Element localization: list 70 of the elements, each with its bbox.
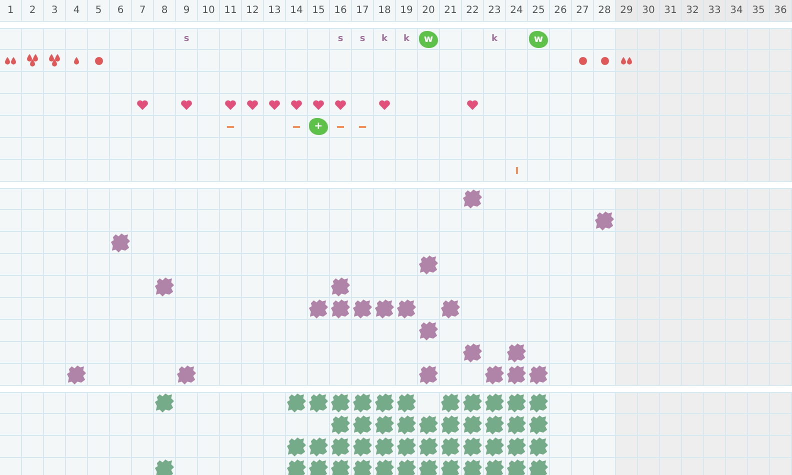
day-number: 8 [154, 0, 176, 22]
grid-cell[interactable]: s [352, 29, 374, 50]
day-number: 4 [66, 0, 88, 22]
day-number: 36 [770, 0, 792, 22]
grid-cell[interactable]: k [374, 29, 396, 50]
day-number: 16 [330, 0, 352, 22]
day-number: 20 [418, 0, 440, 22]
day-number: 14 [286, 0, 308, 22]
day-number: 27 [572, 0, 594, 22]
heart-icon [291, 100, 302, 110]
day-number: 33 [704, 0, 726, 22]
day-letter: k [382, 34, 388, 44]
heart-icon [379, 100, 390, 110]
dot-icon [600, 56, 608, 64]
day-number: 3 [44, 0, 66, 22]
day-number: 30 [638, 0, 660, 22]
day-number: 25 [528, 0, 550, 22]
drop-icon [27, 54, 38, 67]
day-number: 13 [264, 0, 286, 22]
drop-icon [49, 54, 60, 67]
day-number: 19 [396, 0, 418, 22]
day-number: 21 [440, 0, 462, 22]
day-number: 7 [132, 0, 154, 22]
day-number: 23 [484, 0, 506, 22]
day-number: 26 [550, 0, 572, 22]
day-number: 1 [0, 0, 22, 22]
drop-icon [621, 56, 632, 64]
grid-cell[interactable]: k [484, 29, 506, 50]
day-number: 15 [308, 0, 330, 22]
heart-icon [181, 100, 192, 110]
drop-icon [5, 56, 16, 64]
day-number: 28 [594, 0, 616, 22]
grid-cell[interactable]: s [330, 29, 352, 50]
heart-icon [247, 100, 258, 110]
day-number: 17 [352, 0, 374, 22]
day-letter: k [404, 34, 410, 44]
heart-icon [335, 100, 346, 110]
day-number: 31 [660, 0, 682, 22]
day-number: 34 [726, 0, 748, 22]
day-number: 22 [462, 0, 484, 22]
day-number: 18 [374, 0, 396, 22]
drop-icon [74, 56, 79, 64]
heart-icon [269, 100, 280, 110]
day-number: 29 [616, 0, 638, 22]
day-number: 9 [176, 0, 198, 22]
dash-icon [293, 126, 300, 128]
day-number: 32 [682, 0, 704, 22]
dash-icon [227, 126, 234, 128]
grid-cell[interactable]: k [396, 29, 418, 50]
dot-icon [578, 56, 586, 64]
day-letter: s [360, 34, 366, 44]
heart-icon [137, 100, 148, 110]
day-number: 5 [88, 0, 110, 22]
grid-cell[interactable]: s [176, 29, 198, 50]
day-number: 24 [506, 0, 528, 22]
heart-icon [467, 100, 478, 110]
day-number: 12 [242, 0, 264, 22]
day-letter: k [492, 34, 498, 44]
dash-icon [337, 126, 344, 128]
day-letter: s [184, 34, 190, 44]
heart-icon [313, 100, 324, 110]
day-number: 35 [748, 0, 770, 22]
dot-icon [94, 56, 102, 64]
dash-icon [359, 126, 366, 128]
heart-icon [225, 100, 236, 110]
day-number: 10 [198, 0, 220, 22]
day-number: 2 [22, 0, 44, 22]
day-letter: s [338, 34, 344, 44]
day-number: 11 [220, 0, 242, 22]
day-number: 6 [110, 0, 132, 22]
